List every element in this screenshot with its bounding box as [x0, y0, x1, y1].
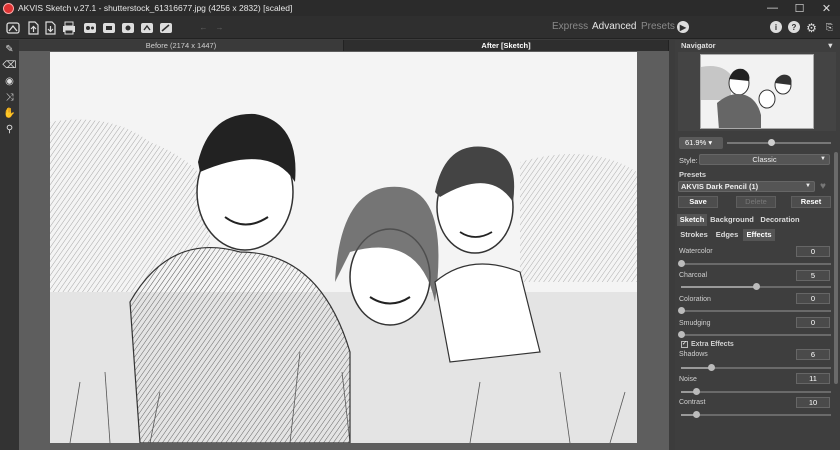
contrast-slider-knob[interactable] — [693, 411, 700, 418]
zoom-slider-knob[interactable] — [768, 139, 775, 146]
mode-advanced[interactable]: Advanced — [592, 21, 636, 32]
window-title: AKVIS Sketch v.27.1 - shutterstock_61316… — [18, 3, 293, 13]
extra-effects-checkbox[interactable]: ✓ — [681, 341, 688, 348]
batch-icon[interactable] — [101, 20, 116, 35]
noise-slider-knob[interactable] — [693, 388, 700, 395]
maximize-button[interactable]: ☐ — [786, 0, 813, 16]
noise-slider[interactable] — [681, 391, 831, 393]
style-dropdown[interactable]: Classic ▼ — [699, 154, 830, 165]
navigator-collapse-icon[interactable]: ▼ — [827, 40, 834, 51]
watercolor-value[interactable]: 0 — [796, 246, 830, 257]
charcoal-slider-knob[interactable] — [753, 283, 760, 290]
shadows-label: Shadows — [679, 351, 708, 358]
save-preset-button[interactable]: Save — [678, 196, 718, 208]
mode-express[interactable]: Express — [552, 21, 588, 32]
zoom-slider-track[interactable] — [727, 142, 831, 144]
settings-alt-icon[interactable] — [120, 20, 135, 35]
contrast-label: Contrast — [679, 399, 706, 406]
home-icon[interactable] — [5, 20, 20, 35]
extra-effects-label: Extra Effects — [691, 341, 734, 348]
eraser-icon[interactable]: ⌫ — [2, 58, 17, 72]
smudging-value[interactable]: 0 — [796, 317, 830, 328]
tool-strip: ✎ ⌫ ◉ ⤨ ✋ ⚲ — [0, 40, 19, 450]
shadows-slider[interactable] — [681, 367, 831, 369]
zoom-icon[interactable]: ⚲ — [2, 122, 17, 136]
style-label: Style: — [679, 156, 698, 165]
contrast-slider[interactable] — [681, 414, 831, 416]
navigator-header: Navigator ▼ — [681, 40, 834, 51]
open-file-icon[interactable] — [25, 20, 40, 35]
close-button[interactable]: ✕ — [813, 0, 840, 16]
charcoal-value[interactable]: 5 — [796, 270, 830, 281]
minimize-button[interactable]: — — [759, 0, 786, 16]
info-icon[interactable]: i — [770, 21, 782, 33]
redo-icon[interactable]: → — [212, 20, 227, 35]
presets-dropdown[interactable]: AKVIS Dark Pencil (1) ▼ — [678, 181, 815, 192]
help-icon[interactable]: ? — [788, 21, 800, 33]
app-logo-icon — [3, 2, 14, 14]
shadows-value[interactable]: 6 — [796, 349, 830, 360]
coloration-value[interactable]: 0 — [796, 293, 830, 304]
noise-value[interactable]: 11 — [796, 373, 830, 384]
crop-icon[interactable]: ⤨ — [2, 90, 17, 104]
tab-sketch[interactable]: Sketch — [677, 214, 707, 226]
smudging-slider[interactable] — [681, 334, 831, 336]
navigator-thumbnail[interactable] — [700, 54, 814, 129]
coloration-slider-knob[interactable] — [678, 307, 685, 314]
shadows-slider-knob[interactable] — [708, 364, 715, 371]
save-file-icon[interactable] — [42, 20, 57, 35]
tab-after[interactable]: After [Sketch] — [344, 40, 669, 51]
tab-before[interactable]: Before (2174 x 1447) — [19, 40, 344, 51]
tab-background[interactable]: Background — [709, 214, 755, 226]
navigator-preview — [678, 52, 836, 131]
gear-icon[interactable]: ⚙ — [804, 20, 819, 35]
tab-edges[interactable]: Edges — [713, 229, 741, 241]
coloration-label: Coloration — [679, 296, 711, 303]
title-bar: AKVIS Sketch v.27.1 - shutterstock_61316… — [0, 0, 840, 16]
plugin-icon[interactable] — [139, 20, 154, 35]
watercolor-label: Watercolor — [679, 248, 713, 255]
panel-scrollbar[interactable] — [834, 152, 838, 384]
presets-label: Presets — [679, 170, 707, 179]
charcoal-label: Charcoal — [679, 272, 708, 279]
settings-panel: Navigator ▼ 61.9% ▾ Style: Classic ▼ Pres… — [675, 40, 840, 450]
coloration-slider[interactable] — [681, 310, 831, 312]
mode-presets[interactable]: Presets — [641, 21, 675, 32]
smudge-icon[interactable]: ◉ — [2, 74, 17, 88]
reset-preset-button[interactable]: Reset — [791, 196, 831, 208]
watercolor-slider[interactable] — [681, 263, 831, 265]
exit-icon[interactable]: ⎘ — [822, 20, 837, 35]
canvas-area: Before (2174 x 1447) After [Sketch] — [19, 40, 669, 450]
sketch-image[interactable] — [50, 52, 637, 443]
share-icon[interactable] — [82, 20, 97, 35]
pencil-icon[interactable]: ✎ — [2, 42, 17, 56]
smudging-label: Smudging — [679, 320, 711, 327]
contrast-value[interactable]: 10 — [796, 397, 830, 408]
hand-icon[interactable]: ✋ — [2, 106, 17, 120]
print-icon[interactable] — [61, 20, 76, 35]
play-icon[interactable]: ▶ — [677, 21, 689, 33]
main-toolbar: ← → Express Advanced Presets ▶ i ? ⚙ ⎘ — [0, 16, 840, 39]
tab-strokes[interactable]: Strokes — [677, 229, 711, 241]
delete-preset-button[interactable]: Delete — [736, 196, 776, 208]
smudging-slider-knob[interactable] — [678, 331, 685, 338]
tab-decoration[interactable]: Decoration — [758, 214, 802, 226]
undo-icon[interactable]: ← — [196, 20, 211, 35]
favorite-heart-icon[interactable]: ♥ — [820, 181, 831, 192]
zoom-select[interactable]: 61.9% ▾ — [679, 137, 723, 149]
watercolor-slider-knob[interactable] — [678, 260, 685, 267]
noise-label: Noise — [679, 376, 697, 383]
brush-presets-icon[interactable] — [158, 20, 173, 35]
tab-effects[interactable]: Effects — [743, 229, 775, 241]
